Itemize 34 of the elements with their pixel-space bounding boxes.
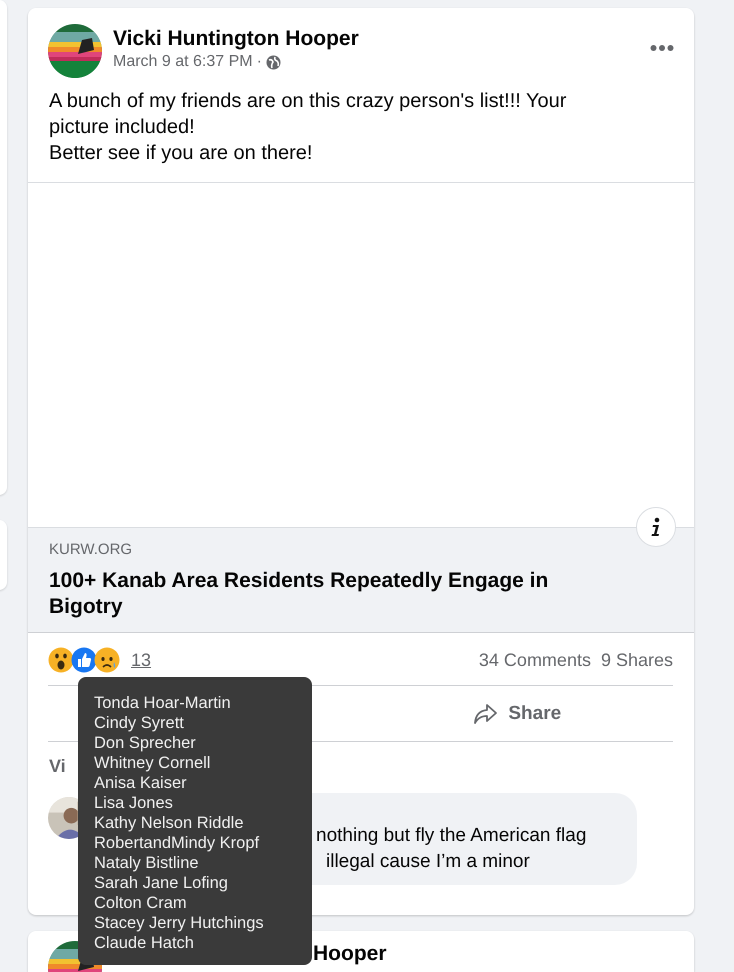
share-button[interactable]: Share: [360, 686, 673, 741]
reactor-name: RobertandMindy Kropf: [94, 833, 260, 853]
reactor-name: Claude Hatch: [94, 933, 194, 953]
reactor-name: Lisa Jones: [94, 793, 173, 813]
reactor-name: Colton Cram: [94, 893, 187, 913]
reactor-name: Cindy Syrett: [94, 713, 184, 733]
separator: ·: [256, 52, 262, 72]
link-title: 100+ Kanab Area Residents Repeatedly Engage in Bigotry: [49, 568, 550, 620]
view-more-comments-link[interactable]: Vi: [49, 756, 66, 777]
post-text: Better see if you are on there!: [49, 141, 314, 166]
author-name[interactable]: Hooper: [313, 943, 386, 965]
link-domain: KURW.ORG: [49, 540, 132, 560]
sad-face-icon[interactable]: [94, 647, 120, 673]
thumbs-up-icon[interactable]: [71, 647, 97, 673]
reactor-name: Stacey Jerry Hutchings: [94, 913, 264, 933]
comment-text: illegal cause I’m a minor: [326, 850, 530, 874]
reactor-name: Anisa Kaiser: [94, 773, 187, 793]
reactor-name: Nataly Bistline: [94, 853, 199, 873]
link-preview[interactable]: KURW.ORG 100+ Kanab Area Residents Repeatedly Engage in Bigotry: [28, 527, 694, 633]
comments-count[interactable]: 34 Comments: [478, 650, 591, 670]
comment-text: nothing but fly the American flag: [316, 824, 586, 848]
reactor-name: Whitney Cornell: [94, 753, 210, 773]
reactor-name: Sarah Jane Lofing: [94, 873, 228, 893]
author-name[interactable]: Vicki Huntington Hooper: [113, 26, 359, 52]
post-timestamp[interactable]: March 9 at 6:37 PM: [113, 52, 253, 72]
more-options-icon[interactable]: [650, 44, 674, 52]
post-text: A bunch of my friends are on this crazy person's list!!! Your picture included!: [49, 89, 568, 140]
reactor-name: Don Sprecher: [94, 733, 196, 753]
surprised-face-icon[interactable]: [48, 647, 74, 673]
info-button[interactable]: [636, 507, 676, 547]
reactor-name: Kathy Nelson Riddle: [94, 813, 244, 833]
shares-count[interactable]: 9 Shares: [600, 650, 673, 670]
reactor-name: Tonda Hoar-Martin: [94, 693, 231, 713]
reaction-count[interactable]: 13: [131, 650, 152, 670]
